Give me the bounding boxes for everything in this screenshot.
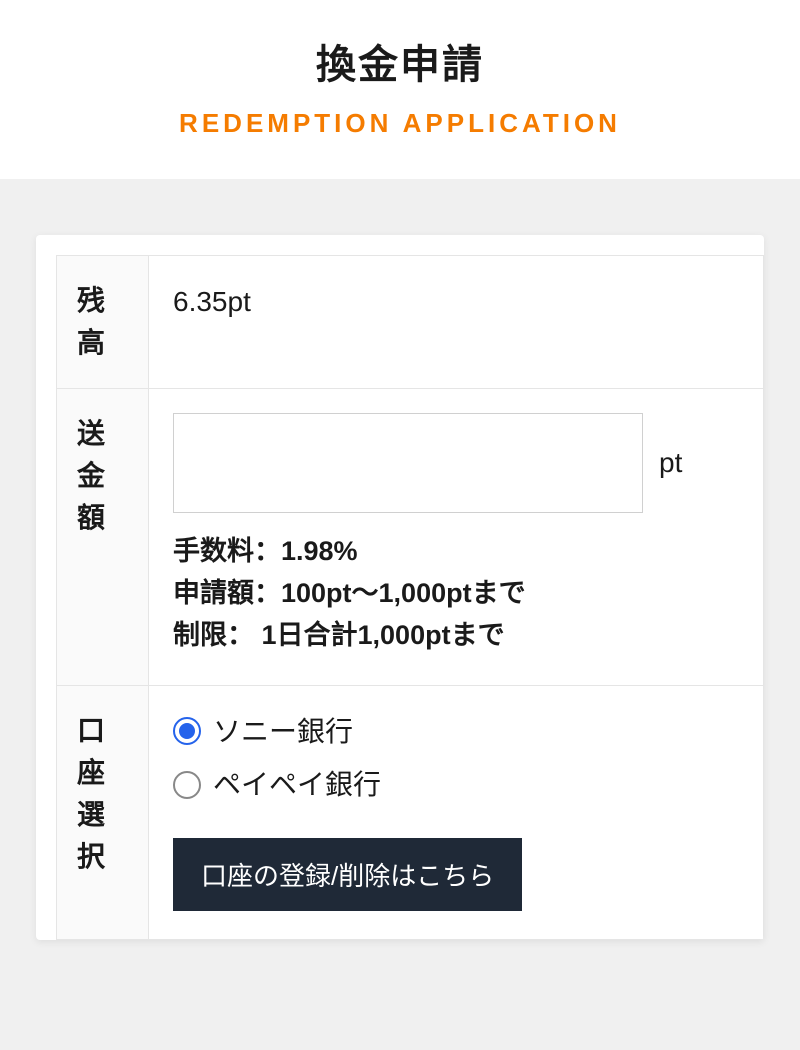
amount-label: 送金額 xyxy=(57,389,149,686)
amount-row: 送金額 pt 手数料：1.98% 申請額：100pt〜1,000ptまで 制限：… xyxy=(57,389,764,686)
account-label: 口座選択 xyxy=(57,685,149,940)
limit-info: 制限： 1日合計1,000ptまで xyxy=(173,615,743,657)
balance-label: 残高 xyxy=(57,256,149,389)
account-row: 口座選択 ソニー銀行 ペイペイ銀行 口座の登録/削除はこちら xyxy=(57,685,764,940)
balance-row: 残高 6.35pt xyxy=(57,256,764,389)
radio-icon xyxy=(173,771,201,799)
balance-value: 6.35pt xyxy=(173,286,251,317)
amount-value-cell: pt 手数料：1.98% 申請額：100pt〜1,000ptまで 制限： 1日合… xyxy=(149,389,764,686)
fee-info: 手数料：1.98% xyxy=(173,531,743,573)
account-value-cell: ソニー銀行 ペイペイ銀行 口座の登録/削除はこちら xyxy=(149,685,764,940)
amount-unit: pt xyxy=(659,441,682,484)
range-info: 申請額：100pt〜1,000ptまで xyxy=(173,573,743,615)
account-option-paypay[interactable]: ペイペイ銀行 xyxy=(173,763,743,806)
content-wrapper: 残高 6.35pt 送金額 pt 手数料：1.98% 申請額：100pt〜1,0… xyxy=(0,179,800,940)
balance-value-cell: 6.35pt xyxy=(149,256,764,389)
form-table: 残高 6.35pt 送金額 pt 手数料：1.98% 申請額：100pt〜1,0… xyxy=(56,255,764,940)
account-option-label: ペイペイ銀行 xyxy=(213,763,381,806)
form-card: 残高 6.35pt 送金額 pt 手数料：1.98% 申請額：100pt〜1,0… xyxy=(36,235,764,940)
page-header: 換金申請 REDEMPTION APPLICATION xyxy=(0,0,800,179)
manage-accounts-button[interactable]: 口座の登録/削除はこちら xyxy=(173,838,522,911)
page-title-en: REDEMPTION APPLICATION xyxy=(0,108,800,139)
account-option-label: ソニー銀行 xyxy=(213,710,353,753)
amount-input[interactable] xyxy=(173,413,643,513)
page-title-jp: 換金申請 xyxy=(0,32,800,90)
account-option-sony[interactable]: ソニー銀行 xyxy=(173,710,743,753)
radio-icon xyxy=(173,717,201,745)
